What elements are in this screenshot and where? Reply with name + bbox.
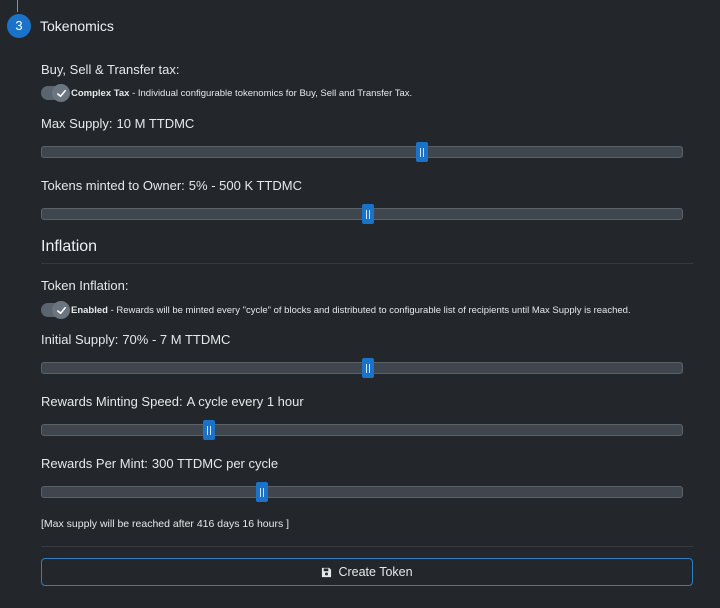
stepper-line xyxy=(17,0,18,12)
initial-supply-label-text: Initial Supply: xyxy=(41,332,119,347)
inflation-text: Enabled - Rewards will be minted every "… xyxy=(71,305,631,316)
save-icon xyxy=(322,567,332,577)
max-supply-slider-thumb[interactable] xyxy=(415,142,428,162)
owner-tokens-value: 5% - 500 K TTDMC xyxy=(188,178,302,193)
owner-tokens-slider[interactable] xyxy=(41,204,683,224)
initial-supply-label: Initial Supply: 70% - 7 M TTDMC xyxy=(41,332,230,347)
inflation-heading: Inflation xyxy=(41,238,98,255)
per-mint-slider[interactable] xyxy=(41,482,683,502)
inflation-toggle-desc: - Rewards will be minted every "cycle" o… xyxy=(107,304,631,316)
inflation-toggle-title: Enabled xyxy=(71,304,108,316)
max-supply-label-text: Max Supply: xyxy=(41,116,113,131)
minting-speed-slider-thumb[interactable] xyxy=(203,420,216,440)
check-icon xyxy=(52,84,70,102)
footer-divider xyxy=(41,546,693,547)
per-mint-label-text: Rewards Per Mint: xyxy=(41,456,148,471)
step-title: Tokenomics xyxy=(40,18,114,34)
complex-tax-row: Complex Tax - Individual configurable to… xyxy=(41,84,412,102)
per-mint-value: 300 TTDMC per cycle xyxy=(151,456,279,471)
tax-label: Buy, Sell & Transfer tax: xyxy=(41,62,180,77)
minting-speed-slider[interactable] xyxy=(41,420,683,440)
complex-tax-toggle[interactable] xyxy=(41,84,70,102)
check-icon xyxy=(52,301,70,319)
per-mint-slider-thumb[interactable] xyxy=(255,482,268,502)
max-supply-slider[interactable] xyxy=(41,142,683,162)
minting-speed-value: A cycle every 1 hour xyxy=(186,394,304,409)
max-supply-value: 10 M TTDMC xyxy=(116,116,195,131)
minting-speed-label: Rewards Minting Speed: A cycle every 1 ho… xyxy=(41,394,304,409)
step-number-badge: 3 xyxy=(7,14,31,38)
inflation-divider xyxy=(41,263,693,264)
create-token-label: Create Token xyxy=(338,565,413,579)
max-supply-label: Max Supply: 10 M TTDMC xyxy=(41,116,194,131)
minting-speed-label-text: Rewards Minting Speed: xyxy=(41,394,183,409)
inflation-enabled-row: Enabled - Rewards will be minted every "… xyxy=(41,301,631,319)
owner-tokens-slider-thumb[interactable] xyxy=(361,204,374,224)
initial-supply-slider[interactable] xyxy=(41,358,683,378)
owner-tokens-label: Tokens minted to Owner: 5% - 500 K TTDMC xyxy=(41,178,302,193)
token-inflation-label: Token Inflation: xyxy=(41,278,129,293)
per-mint-label: Rewards Per Mint: 300 TTDMC per cycle xyxy=(41,456,278,471)
owner-tokens-label-text: Tokens minted to Owner: xyxy=(41,178,185,193)
complex-tax-text: Complex Tax - Individual configurable to… xyxy=(71,88,412,99)
tokenomics-step: 3 Tokenomics Buy, Sell & Transfer tax: C… xyxy=(0,0,720,608)
complex-tax-title: Complex Tax xyxy=(71,87,130,99)
initial-supply-slider-thumb[interactable] xyxy=(361,358,374,378)
inflation-toggle[interactable] xyxy=(41,301,70,319)
complex-tax-desc: - Individual configurable tokenomics for… xyxy=(129,87,413,99)
max-supply-note: [Max supply will be reached after 416 da… xyxy=(41,518,290,530)
initial-supply-value: 70% - 7 M TTDMC xyxy=(122,332,231,347)
create-token-button[interactable]: Create Token xyxy=(41,558,693,586)
